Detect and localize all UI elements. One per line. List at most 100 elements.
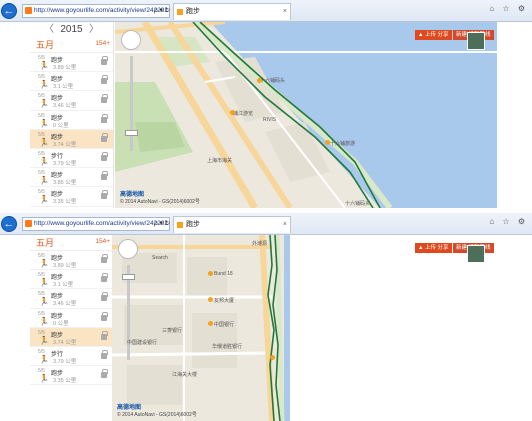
map-label: 华俄道胜银行: [212, 344, 243, 350]
month-count: 154+: [95, 238, 110, 245]
lock-icon[interactable]: [101, 273, 108, 283]
activity-distance: 3.35 公里: [53, 378, 77, 385]
activity-distance: 0 公里: [53, 122, 69, 129]
upload-share-button[interactable]: ▲ 上传 分享: [415, 30, 452, 40]
map-label: 十六铺码头: [345, 201, 371, 207]
runner-icon: 🏃: [39, 61, 49, 70]
runner-icon: 🏃: [39, 374, 49, 384]
back-arrow-icon[interactable]: ←: [1, 216, 17, 232]
map-label: 浦江游览: [233, 111, 254, 117]
satellite-layer-icon[interactable]: [467, 32, 485, 50]
activity-list-item[interactable]: 5/5 🏃 跑步 3.1 公里: [30, 270, 113, 290]
month-header[interactable]: 五月 154+: [30, 235, 113, 251]
browser-toolbar: ← http://www.goyourlife.com/activity/vie…: [0, 213, 532, 235]
lock-icon[interactable]: [101, 254, 108, 263]
activity-list-item[interactable]: 5/5 🏃 跑步 3.35 公里: [30, 187, 113, 207]
activity-distance: 3.1 公里: [53, 282, 74, 289]
lock-icon[interactable]: [101, 190, 108, 200]
lock-icon[interactable]: [101, 56, 108, 65]
map-view[interactable]: ▲ 上传 分享 新建/编辑路线 Search Bund 18 友邦大厦 中国银行…: [112, 235, 497, 421]
zoom-control[interactable]: [121, 30, 143, 160]
browser-tab[interactable]: 跑步 ×: [173, 3, 291, 20]
poi-marker[interactable]: [257, 78, 262, 83]
activity-list-item[interactable]: 5/5 🏃 步行 3.79 公里: [30, 347, 113, 367]
poi-marker[interactable]: [208, 297, 213, 302]
activity-list-item[interactable]: 5/5 🏃 跑步 3.46 公里: [30, 91, 113, 111]
address-bar[interactable]: http://www.goyourlife.com/activity/view/…: [22, 217, 170, 231]
poi-marker[interactable]: [230, 110, 235, 115]
back-arrow-icon[interactable]: ←: [1, 3, 17, 19]
address-bar[interactable]: http://www.goyourlife.com/activity/view/…: [22, 4, 170, 18]
browser-tab[interactable]: 跑步 ×: [173, 216, 291, 233]
activity-list-item[interactable]: 5/5 🏃 跑步 3.46 公里: [30, 289, 113, 309]
map-provider-logo: 高德地图: [117, 405, 142, 411]
lock-icon[interactable]: [101, 349, 108, 359]
map-provider-logo: 高德地图: [120, 192, 145, 198]
activity-sidebar: 〈 2015 〉 五月 154+ 5/5 🏃 跑步 3.89 公里 5/5 🏃 跑步 3.1 …: [30, 22, 114, 208]
prev-year-button[interactable]: 〈: [44, 22, 54, 37]
page-scrollbar[interactable]: [497, 235, 532, 421]
activity-sidebar: 五月 154+ 5/5 🏃 跑步 3.89 公里 5/5 🏃 跑步 3.1 公里 5/5 🏃 跑步 3…: [30, 235, 114, 421]
activity-list-item[interactable]: 5/5 🏃 跑步 3.74 公里: [30, 327, 113, 347]
activity-list-item[interactable]: 5/5 🏃 跑步 3.74 公里: [30, 129, 113, 149]
activity-list-item[interactable]: 5/5 🏃 跑步 3.89 公里: [30, 53, 113, 73]
satellite-layer-icon[interactable]: [467, 245, 485, 263]
lock-icon[interactable]: [101, 113, 108, 123]
window-icons[interactable]: ⌂ ☆ ⚙: [489, 217, 528, 226]
map-label: 十六铺旅游: [330, 141, 356, 147]
activity-distance: 3.89 公里: [53, 65, 77, 71]
tab-favicon-icon: [177, 9, 183, 15]
activity-list-item[interactable]: 5/5 🏃 跑步 3.89 公里: [30, 251, 113, 271]
zoom-slider-knob[interactable]: [125, 130, 138, 136]
window-icons[interactable]: ⌂ ☆ ⚙: [489, 4, 528, 13]
map-label: Search: [152, 255, 168, 261]
activity-distance: 3.79 公里: [53, 160, 77, 167]
lock-icon[interactable]: [101, 369, 108, 379]
tab-favicon-icon: [177, 222, 183, 228]
runner-icon: 🏃: [39, 316, 49, 326]
activity-list-item[interactable]: 5/5 🏃 跑步 0 公里: [30, 111, 113, 130]
scrollbar-thumb[interactable]: [497, 235, 532, 421]
activity-list-item[interactable]: 5/5 🏃 跑步 3.85 公里: [30, 168, 113, 188]
lock-icon[interactable]: [101, 151, 108, 161]
pan-control-icon[interactable]: [121, 30, 141, 50]
poi-marker[interactable]: [208, 321, 213, 326]
runner-icon: 🏃: [39, 195, 49, 205]
lock-icon[interactable]: [101, 132, 108, 142]
activity-distance: 0 公里: [53, 320, 69, 327]
lock-icon[interactable]: [101, 75, 108, 85]
lock-icon[interactable]: [101, 171, 108, 181]
runner-icon: 🏃: [39, 278, 49, 288]
map-label: 友邦大厦: [214, 298, 235, 304]
poi-marker[interactable]: [208, 271, 213, 276]
poi-marker[interactable]: [270, 355, 275, 360]
zoom-slider-track[interactable]: [130, 56, 133, 151]
map-view[interactable]: ▲ 上传 分享 新建/编辑路线 十六铺码头 浦江游览 RIVIS 十六铺旅游 上…: [115, 22, 497, 208]
map-copyright: © 2014 AutoNavi - GS(2014)6002号: [117, 412, 197, 418]
month-header[interactable]: 五月 154+: [30, 37, 113, 53]
lock-icon[interactable]: [101, 311, 108, 321]
lock-icon[interactable]: [101, 330, 108, 340]
address-text: http://www.goyourlife.com/activity/view/…: [34, 220, 169, 227]
lock-icon[interactable]: [101, 292, 108, 302]
poi-marker[interactable]: [325, 140, 330, 145]
page-scrollbar[interactable]: [497, 22, 532, 208]
activity-list-item[interactable]: 5/5 🏃 跑步 0 公里: [30, 309, 113, 328]
scrollbar-thumb[interactable]: [497, 22, 532, 208]
tab-close-icon[interactable]: ×: [283, 217, 287, 233]
zoom-slider-knob[interactable]: [122, 274, 135, 280]
pan-control-icon[interactable]: [118, 239, 138, 259]
map-copyright: © 2014 AutoNavi - GS(2014)6002号: [120, 199, 200, 205]
address-text: http://www.goyourlife.com/activity/view/…: [34, 7, 169, 14]
runner-icon: 🏃: [39, 259, 49, 268]
tab-close-icon[interactable]: ×: [283, 4, 287, 20]
next-year-button[interactable]: 〉: [89, 22, 99, 37]
map-label: 三菱银行: [162, 328, 183, 334]
activity-list-item[interactable]: 5/5 🏃 跑步 3.1 公里: [30, 72, 113, 92]
activity-list-item[interactable]: 5/5 🏃 跑步 3.35 公里: [30, 366, 113, 386]
activity-list-item[interactable]: 5/5 🏃 步行 3.79 公里: [30, 149, 113, 169]
zoom-control[interactable]: [118, 239, 140, 369]
lock-icon[interactable]: [101, 94, 108, 104]
upload-share-button[interactable]: ▲ 上传 分享: [415, 243, 452, 253]
map-label: 中国银行: [214, 322, 235, 328]
